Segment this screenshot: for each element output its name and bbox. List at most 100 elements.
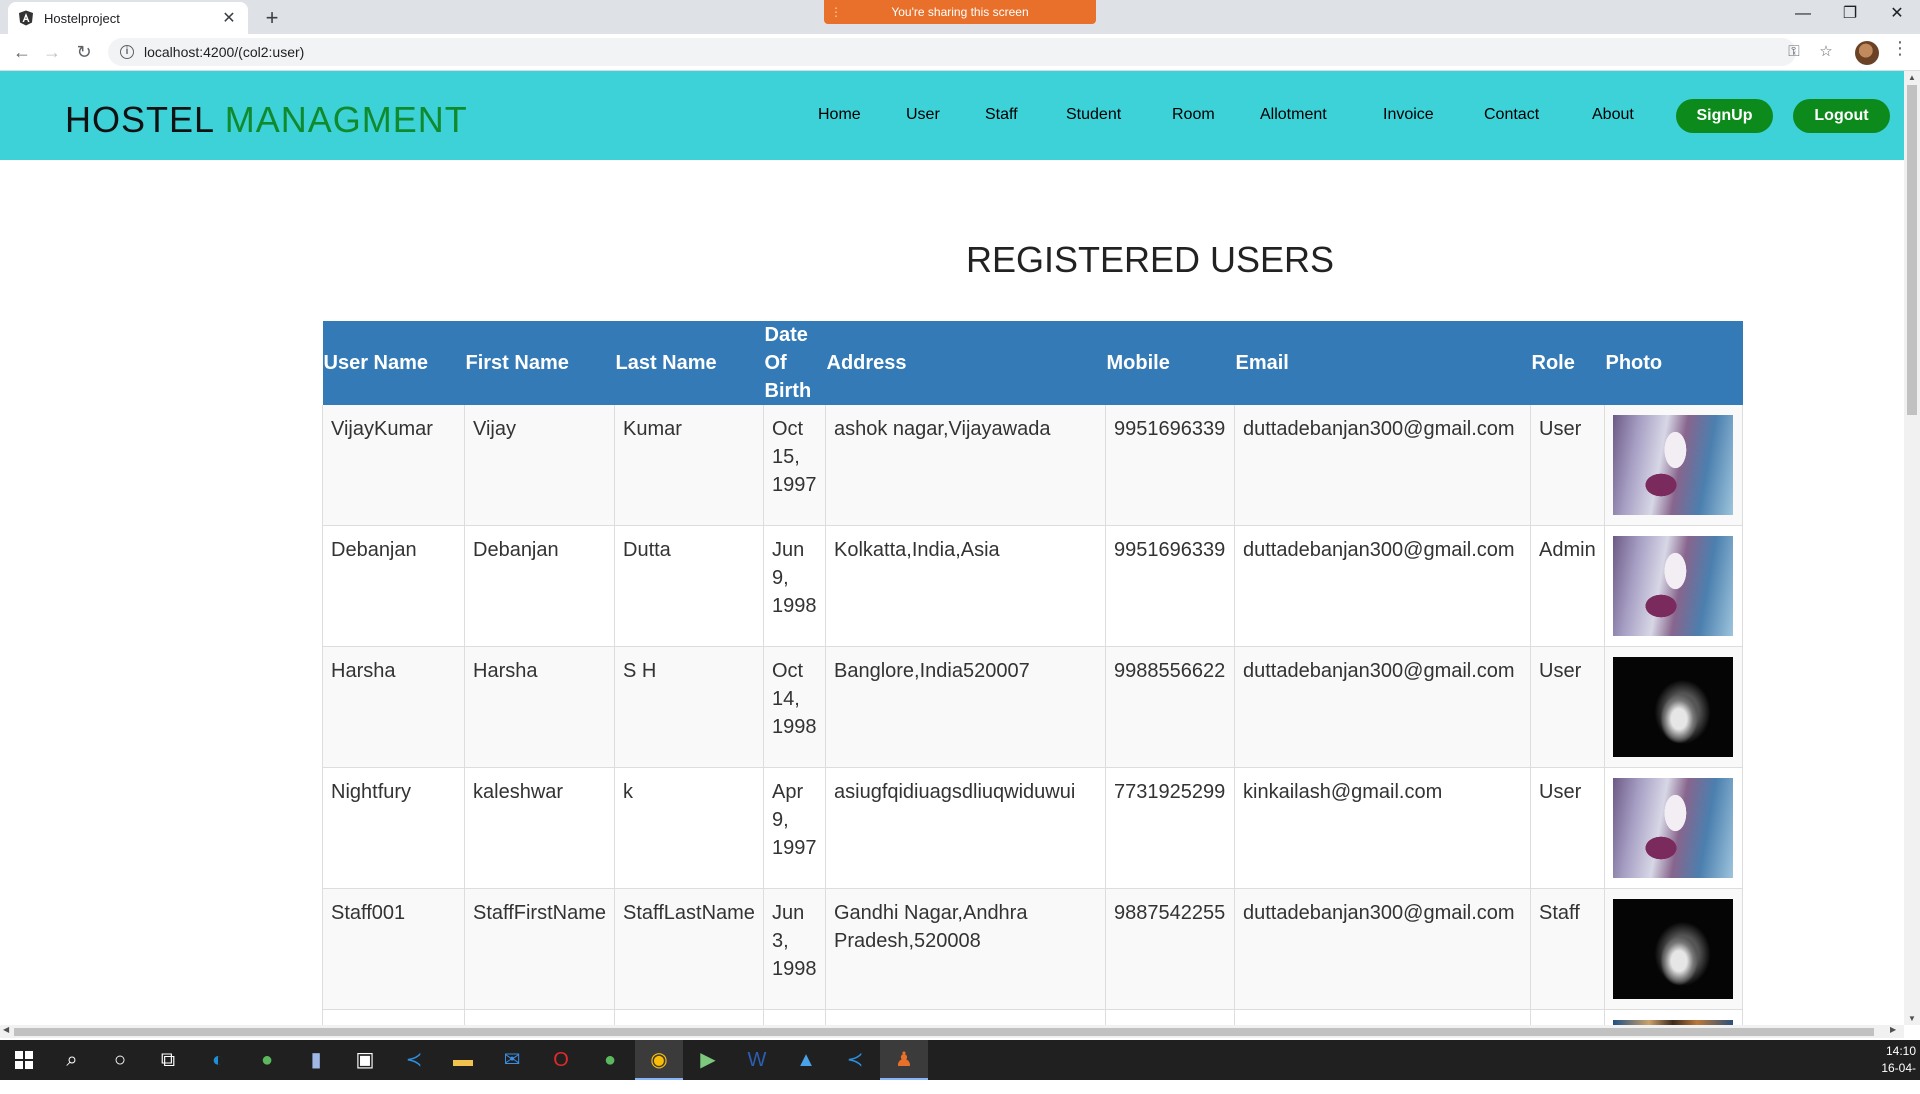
opera-icon[interactable]: O <box>537 1040 585 1080</box>
word-icon[interactable]: W <box>733 1040 781 1080</box>
cell-address: Gandhi Nagar,Andhra Pradesh,520008 <box>825 888 1106 1010</box>
chrome-icon[interactable]: ◉ <box>635 1040 683 1080</box>
nav-home[interactable]: Home <box>818 106 861 124</box>
scroll-left-icon[interactable]: ◀ <box>3 1025 9 1034</box>
cell-role: Staff <box>1530 888 1605 1010</box>
cell-username: Debanjan <box>322 525 465 647</box>
photos-icon[interactable]: ▲ <box>782 1040 830 1080</box>
nav-room[interactable]: Room <box>1172 106 1215 124</box>
cell-dob: May <box>763 1009 826 1025</box>
horizontal-scrollbar[interactable]: ◀ ▶ <box>0 1025 1904 1038</box>
address-bar[interactable]: i localhost:4200/(col2:user) <box>108 38 1796 66</box>
cell-username: Gnanesh <box>322 1009 465 1025</box>
col-username: User Name <box>322 321 465 405</box>
col-address: Address <box>825 321 1106 405</box>
info-icon[interactable]: i <box>120 45 134 59</box>
file-icon[interactable]: ▮ <box>292 1040 340 1080</box>
file-explorer-icon[interactable]: ▬ <box>439 1040 487 1080</box>
table-row: VijayKumar Vijay Kumar Oct 15, 1997 asho… <box>322 405 1743 526</box>
cell-mobile: 9988556622 <box>1105 646 1235 768</box>
star-icon[interactable]: ☆ <box>1814 38 1838 66</box>
close-tab-icon[interactable]: ✕ <box>220 8 238 28</box>
clock-time: 14:10 <box>1885 1044 1916 1058</box>
cell-photo <box>1604 646 1743 768</box>
cell-photo <box>1604 888 1743 1010</box>
key-icon[interactable]: ⚿ <box>1782 38 1806 66</box>
cell-address: asiugfqidiuagsdliuqwiduwui <box>825 767 1106 889</box>
scroll-down-icon[interactable]: ▼ <box>1904 1014 1920 1023</box>
cell-email: duttadebanjan300@gmail.com <box>1234 646 1531 768</box>
table-row: Harsha Harsha S H Oct 14, 1998 Banglore,… <box>322 646 1743 768</box>
logout-button[interactable]: Logout <box>1793 99 1890 133</box>
scroll-up-icon[interactable]: ▲ <box>1904 73 1920 82</box>
screen-sharing-banner[interactable]: ⋮ You're sharing this screen <box>824 0 1096 24</box>
nav-contact[interactable]: Contact <box>1484 106 1539 124</box>
nav-allotment[interactable]: Allotment <box>1260 106 1327 124</box>
angular-icon <box>19 10 33 26</box>
windows-start-icon[interactable] <box>0 1040 48 1080</box>
browser-toolbar: ← → ↻ i localhost:4200/(col2:user) ⚿ ☆ <box>0 34 1920 71</box>
search-icon[interactable]: ⌕ <box>48 1040 96 1080</box>
reload-button[interactable]: ↻ <box>70 38 98 66</box>
cell-username: Harsha <box>322 646 465 768</box>
cell-role: Admin <box>1530 525 1605 647</box>
cortana-icon[interactable]: ○ <box>96 1040 144 1080</box>
cell-mobile: 7731925299 <box>1105 767 1235 889</box>
minimize-button[interactable]: — <box>1780 0 1826 30</box>
cell-dob: Oct 14, 1998 <box>763 646 826 768</box>
brand-part2: MANAGMENT <box>224 99 468 140</box>
forward-button[interactable]: → <box>38 38 66 66</box>
vertical-scrollbar[interactable]: ▲ ▼ <box>1904 71 1920 1025</box>
table-row: Gnanesh Gnanesh Parnam May Vijayawada,An… <box>322 1009 1743 1025</box>
store-icon[interactable]: ▣ <box>341 1040 389 1080</box>
cell-photo <box>1604 405 1743 526</box>
menu-kebab-icon[interactable]: ⋮ <box>1890 38 1910 59</box>
user-photo <box>1613 657 1733 757</box>
scroll-thumb[interactable] <box>1907 85 1917 415</box>
back-button[interactable]: ← <box>8 38 36 66</box>
sharing-text: You're sharing this screen <box>891 5 1029 19</box>
system-clock[interactable]: 14:10 16-04-2021 <box>1860 1043 1916 1094</box>
cell-dob: Jun 3, 1998 <box>763 888 826 1010</box>
spring-tool-icon-2[interactable]: ● <box>586 1040 634 1080</box>
cell-mobile: 9951696339 <box>1105 1009 1235 1025</box>
nav-user[interactable]: User <box>906 106 940 124</box>
new-tab-button[interactable]: + <box>258 4 286 32</box>
browser-tab[interactable]: Hostelproject ✕ <box>8 2 248 34</box>
cell-lastname: StaffLastName <box>614 888 764 1010</box>
cell-lastname: Dutta <box>614 525 764 647</box>
brand-logo[interactable]: HOSTEL MANAGMENT <box>65 99 468 141</box>
vscode-icon[interactable]: ≺ <box>390 1040 438 1080</box>
scroll-thumb-horizontal[interactable] <box>14 1028 1874 1036</box>
scroll-right-icon[interactable]: ▶ <box>1890 1025 1896 1034</box>
cell-email: gnaneshparnam99@gmail.com <box>1234 1009 1531 1025</box>
edge-icon[interactable]: ◐ <box>194 1040 242 1080</box>
cell-dob: Jun 9, 1998 <box>763 525 826 647</box>
cell-username: VijayKumar <box>322 405 465 526</box>
vscode-icon-2[interactable]: ≺ <box>831 1040 879 1080</box>
nav-staff[interactable]: Staff <box>985 106 1018 124</box>
profile-avatar[interactable] <box>1855 41 1879 65</box>
mail-icon[interactable]: ✉ <box>488 1040 536 1080</box>
user-photo <box>1613 778 1733 878</box>
cell-dob: Apr 9, 1997 <box>763 767 826 889</box>
media-icon[interactable]: ▶ <box>684 1040 732 1080</box>
page-viewport: HOSTEL MANAGMENT Home User Staff Student… <box>0 71 1904 1025</box>
cell-lastname: S H <box>614 646 764 768</box>
brand-part1: HOSTEL <box>65 99 214 140</box>
nav-invoice[interactable]: Invoice <box>1383 106 1434 124</box>
drag-handle-icon[interactable]: ⋮ <box>830 0 842 24</box>
nav-student[interactable]: Student <box>1066 106 1121 124</box>
restore-button[interactable]: ❐ <box>1827 0 1873 30</box>
col-photo: Photo <box>1604 321 1743 405</box>
spring-tool-icon[interactable]: ● <box>243 1040 291 1080</box>
screen-share-icon[interactable]: ♟ <box>880 1040 928 1080</box>
cell-email: duttadebanjan300@gmail.com <box>1234 888 1531 1010</box>
close-window-button[interactable]: ✕ <box>1874 0 1920 30</box>
signup-button[interactable]: SignUp <box>1676 99 1773 133</box>
col-firstname: First Name <box>464 321 615 405</box>
cell-firstname: kaleshwar <box>464 767 615 889</box>
cell-role: User <box>1530 646 1605 768</box>
nav-about[interactable]: About <box>1592 106 1634 124</box>
task-view-icon[interactable]: ⧉ <box>144 1040 192 1080</box>
